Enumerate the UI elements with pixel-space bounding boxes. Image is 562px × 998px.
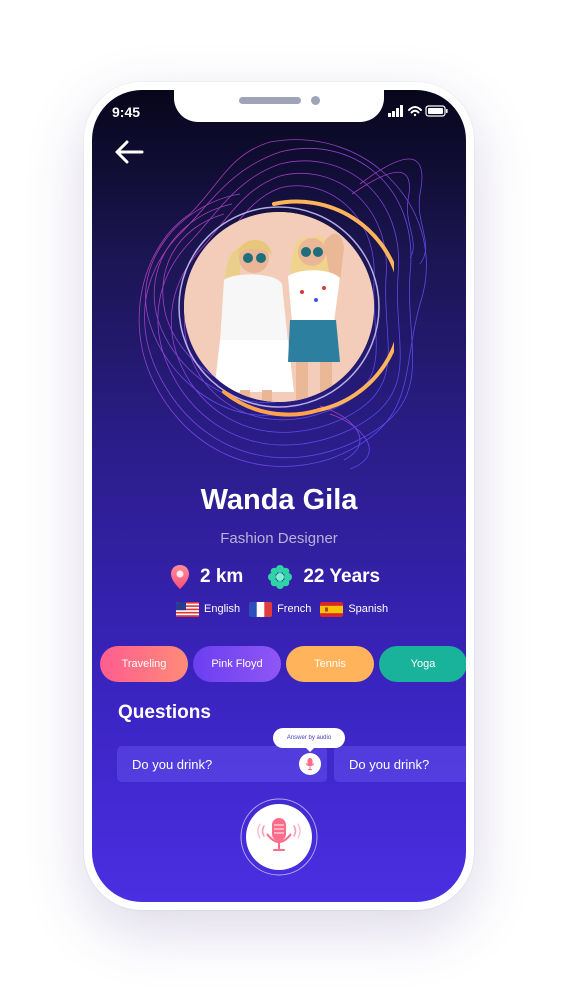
france-flag-icon — [249, 601, 273, 617]
answer-audio-button[interactable] — [299, 753, 321, 775]
camera — [311, 96, 320, 105]
profile-screen: 9:45 Wanda Gila Fashion Designer 2 km 22… — [92, 90, 466, 902]
question-text: Do you drink? — [349, 756, 430, 772]
language-label: English — [204, 603, 241, 615]
status-icons — [388, 105, 448, 117]
language-english: English — [176, 601, 241, 617]
language-french: French — [249, 601, 312, 617]
flower-icon — [268, 565, 293, 589]
profile-occupation: Fashion Designer — [220, 530, 338, 547]
location-pin-icon — [171, 565, 189, 589]
age-stat: 22 Years — [267, 564, 380, 590]
signal-icon — [388, 105, 403, 117]
wifi-icon — [408, 106, 422, 117]
avatar-image — [184, 212, 374, 402]
answer-audio-tooltip: Answer by audio — [273, 728, 345, 748]
interest-chip[interactable]: Yoga — [379, 646, 466, 682]
language-label: French — [277, 603, 312, 615]
notch — [174, 90, 384, 122]
question-text: Do you drink? — [132, 756, 213, 772]
phone-frame: 9:45 Wanda Gila Fashion Designer 2 km 22… — [84, 82, 474, 910]
questions-title: Questions — [118, 702, 211, 723]
language-label: Spanish — [348, 603, 389, 615]
microphone-icon — [305, 758, 315, 770]
status-time: 9:45 — [112, 104, 141, 120]
distance-value: 2 km — [200, 566, 244, 587]
distance-stat: 2 km — [170, 564, 243, 590]
record-audio-button[interactable] — [240, 798, 318, 876]
battery-icon — [425, 105, 448, 117]
profile-avatar — [184, 212, 374, 402]
us-flag-icon — [176, 601, 199, 617]
profile-name: Wanda Gila — [200, 484, 358, 516]
interest-chip[interactable]: Traveling — [100, 646, 188, 682]
languages-row: English French Spanish — [176, 600, 397, 618]
age-value: 22 Years — [303, 566, 381, 587]
question-card[interactable]: Do you drink? — [117, 746, 327, 782]
interest-chip[interactable]: Pink Floyd — [193, 646, 281, 682]
question-card[interactable]: Do you drink? — [334, 746, 466, 782]
speaker — [239, 97, 301, 104]
back-arrow-icon[interactable] — [112, 138, 146, 166]
interest-chips: Traveling Pink Floyd Tennis Yoga — [100, 646, 466, 682]
interest-chip[interactable]: Tennis — [286, 646, 374, 682]
language-spanish: Spanish — [320, 601, 389, 617]
spain-flag-icon — [320, 601, 344, 617]
profile-stats: 2 km 22 Years — [170, 562, 380, 592]
